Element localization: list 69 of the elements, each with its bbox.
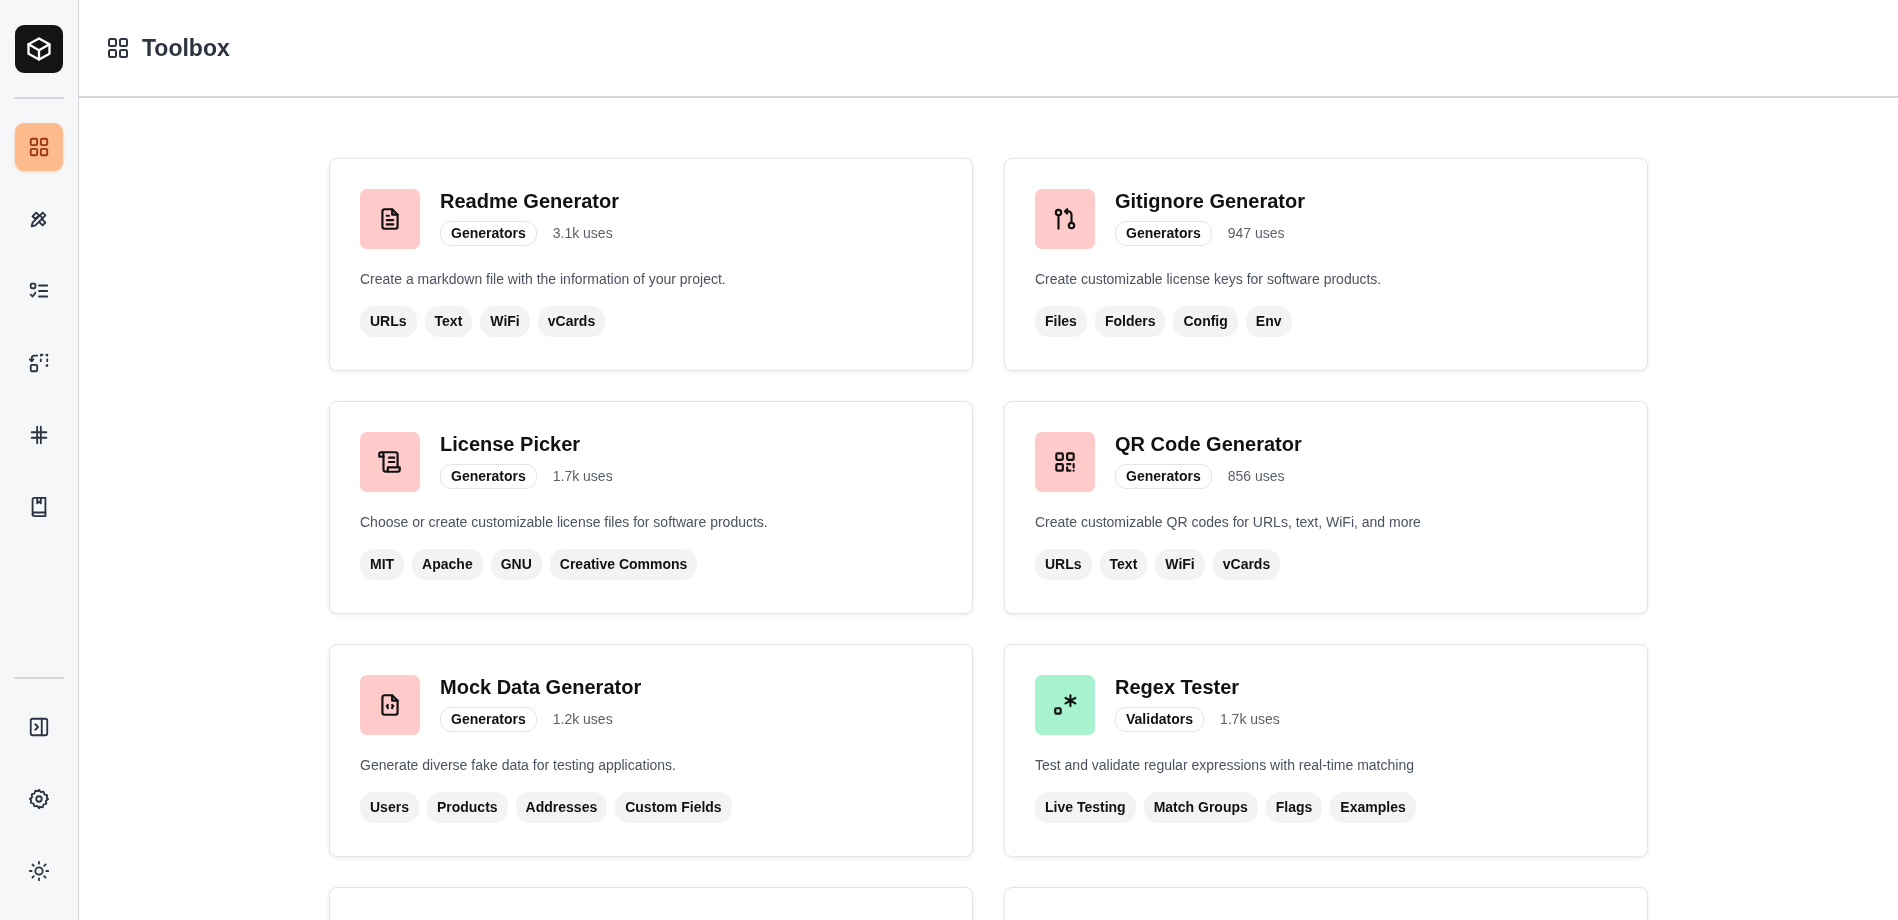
feature-tag: URLs: [360, 306, 417, 337]
usage-count: 856 uses: [1227, 467, 1285, 486]
category-tag: Generators: [440, 464, 537, 489]
tool-name: Mock Data Generator: [440, 675, 642, 699]
regex-icon: [1052, 692, 1078, 718]
usage-count: 1.7k uses: [1219, 710, 1280, 729]
page-title: Toolbox: [142, 33, 230, 63]
tool-description: Create customizable license keys for software products.: [1035, 270, 1383, 289]
nav-button[interactable]: [15, 123, 63, 171]
panel-icon: [28, 716, 50, 738]
settings-icon: [28, 788, 50, 810]
feature-tag: vCards: [537, 306, 606, 337]
tool-name: Gitignore Generator: [1115, 189, 1306, 213]
hash-icon: [28, 424, 50, 446]
category-tag: Generators: [1115, 221, 1212, 246]
feature-tag: Text: [1099, 549, 1148, 580]
feature-tag: WiFi: [1155, 549, 1205, 580]
feature-tag: MIT: [360, 549, 405, 580]
usage-count: 1.7k uses: [552, 467, 613, 486]
feature-tag: Custom Fields: [615, 792, 732, 823]
cube-icon: [25, 35, 53, 63]
feature-tag: Users: [360, 792, 419, 823]
tool-card[interactable]: Regex Tester Validators 1.7k uses Test and validate regular expressions with real-time matching Live Testing Match Groups Flags Examples: [1004, 644, 1648, 857]
usage-count: 1.2k uses: [552, 710, 613, 729]
usage-count: 3.1k uses: [552, 224, 613, 243]
feature-tag: Folders: [1094, 306, 1166, 337]
feature-tag: Examples: [1330, 792, 1416, 823]
tool-card[interactable]: QR Code Generator Generators 856 uses Create customizable QR codes for URLs, text, WiFi, and more URLs Text WiFi vCards: [1004, 401, 1648, 614]
category-tag: Validators: [1115, 707, 1204, 732]
feature-tag: Apache: [412, 549, 483, 580]
feature-tag: Live Testing: [1035, 792, 1136, 823]
app-logo[interactable]: [15, 25, 63, 73]
tool-card[interactable]: Mock Data Generator Generators 1.2k uses Generate diverse fake data for testing applications. Users Products Addresses Custom Fields: [329, 644, 973, 857]
feature-tag: Text: [424, 306, 473, 337]
scroll-icon: [377, 449, 403, 475]
tool-description: Generate diverse fake data for testing applications.: [360, 756, 677, 775]
tool-name: Readme Generator: [440, 189, 619, 213]
tool-card[interactable]: License Picker Generators 1.7k uses Choose or create customizable license files for software products. MIT Apache GNU Creative Commons: [329, 401, 973, 614]
grid-icon: [28, 136, 50, 158]
tool-description: Create customizable QR codes for URLs, text, WiFi, and more: [1035, 513, 1422, 532]
feature-tag: Products: [426, 792, 508, 823]
tool-card[interactable]: Gitignore Generator Generators 947 uses Create customizable license keys for software products. Files Folders Config Env: [1004, 158, 1648, 371]
feature-tag: vCards: [1212, 549, 1281, 580]
usage-count: 947 uses: [1227, 224, 1285, 243]
tool-name: QR Code Generator: [1115, 432, 1302, 456]
tool-description: Create a markdown file with the information of your project.: [360, 270, 727, 289]
qr-code-icon: [1052, 449, 1078, 475]
feature-tag: WiFi: [480, 306, 530, 337]
category-tag: Generators: [440, 707, 537, 732]
tool-name: Regex Tester: [1115, 675, 1241, 699]
tool-name: License Picker: [440, 432, 582, 456]
git-compare-icon: [1052, 206, 1078, 232]
category-tag: Generators: [1115, 464, 1212, 489]
feature-tag: Flags: [1265, 792, 1323, 823]
tool-card[interactable]: Readme Generator Generators 3.1k uses Create a markdown file with the information of your project. URLs Text WiFi vCards: [329, 158, 973, 371]
feature-tag: Addresses: [515, 792, 608, 823]
swap-icon: [28, 352, 50, 374]
feature-tag: URLs: [1035, 549, 1092, 580]
feature-tag: Env: [1245, 306, 1292, 337]
grid-icon: [106, 36, 130, 60]
category-tag: Generators: [440, 221, 537, 246]
tool-description: Choose or create customizable license files for software products.: [360, 513, 769, 532]
feature-tag: Config: [1173, 306, 1238, 337]
feature-tag: Files: [1035, 306, 1087, 337]
feature-tag: GNU: [490, 549, 542, 580]
feature-tag: Match Groups: [1143, 792, 1258, 823]
sun-icon: [28, 860, 50, 882]
feature-tag: Creative Commons: [549, 549, 698, 580]
tool-description: Test and validate regular expressions with real-time matching: [1035, 756, 1415, 775]
